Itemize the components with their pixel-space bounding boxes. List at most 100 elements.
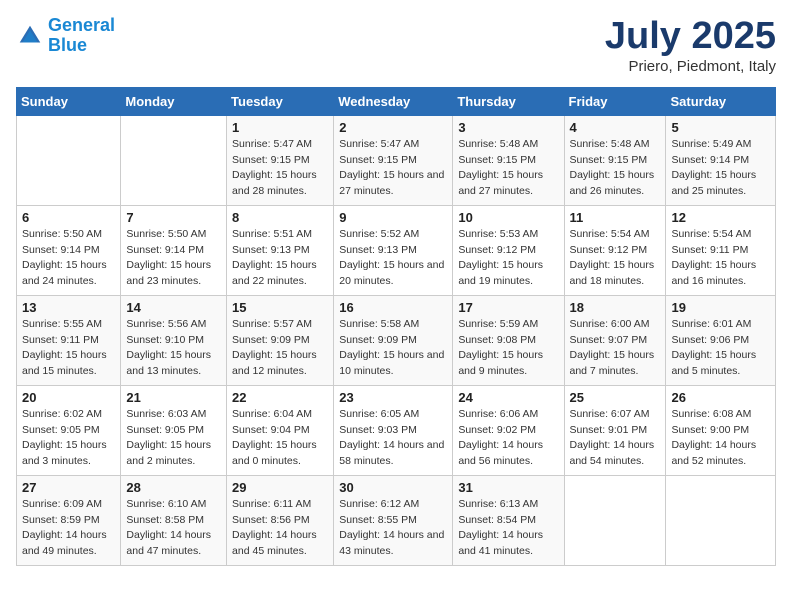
calendar-cell: 7 Sunrise: 5:50 AMSunset: 9:14 PMDaylight… — [121, 205, 227, 295]
day-detail: Sunrise: 5:48 AMSunset: 9:15 PMDaylight:… — [570, 137, 661, 200]
calendar-cell: 19 Sunrise: 6:01 AMSunset: 9:06 PMDayligh… — [666, 295, 776, 385]
calendar-cell: 23Sunrise: 6:05 AMSunset: 9:03 PMDayligh… — [334, 385, 453, 475]
day-detail: Sunrise: 6:08 AMSunset: 9:00 PMDaylight:… — [671, 407, 770, 470]
day-number: 29 — [232, 480, 328, 495]
calendar-cell: 31 Sunrise: 6:13 AMSunset: 8:54 PMDayligh… — [453, 475, 564, 565]
calendar-cell — [666, 475, 776, 565]
day-detail: Sunrise: 6:09 AMSunset: 8:59 PMDaylight:… — [22, 497, 115, 560]
day-detail: Sunrise: 6:05 AMSunset: 9:03 PMDaylight:… — [339, 407, 447, 470]
day-detail: Sunrise: 5:51 AMSunset: 9:13 PMDaylight:… — [232, 227, 328, 290]
day-number: 15 — [232, 300, 328, 315]
weekday-header-friday: Friday — [564, 87, 666, 115]
calendar-body: 1 Sunrise: 5:47 AMSunset: 9:15 PMDaylight… — [17, 115, 776, 565]
day-detail: Sunrise: 5:58 AMSunset: 9:09 PMDaylight:… — [339, 317, 447, 380]
day-number: 1 — [232, 120, 328, 135]
day-detail: Sunrise: 6:00 AMSunset: 9:07 PMDaylight:… — [570, 317, 661, 380]
calendar-week-row: 1 Sunrise: 5:47 AMSunset: 9:15 PMDaylight… — [17, 115, 776, 205]
day-number: 28 — [126, 480, 221, 495]
day-number: 14 — [126, 300, 221, 315]
calendar-table: SundayMondayTuesdayWednesdayThursdayFrid… — [16, 87, 776, 566]
weekday-header-monday: Monday — [121, 87, 227, 115]
day-number: 25 — [570, 390, 661, 405]
day-detail: Sunrise: 6:02 AMSunset: 9:05 PMDaylight:… — [22, 407, 115, 470]
day-number: 6 — [22, 210, 115, 225]
day-number: 21 — [126, 390, 221, 405]
day-number: 3 — [458, 120, 558, 135]
day-number: 26 — [671, 390, 770, 405]
day-detail: Sunrise: 5:48 AMSunset: 9:15 PMDaylight:… — [458, 137, 558, 200]
calendar-header-row: SundayMondayTuesdayWednesdayThursdayFrid… — [17, 87, 776, 115]
day-number: 4 — [570, 120, 661, 135]
day-number: 12 — [671, 210, 770, 225]
weekday-header-saturday: Saturday — [666, 87, 776, 115]
calendar-cell: 6 Sunrise: 5:50 AMSunset: 9:14 PMDaylight… — [17, 205, 121, 295]
day-detail: Sunrise: 5:57 AMSunset: 9:09 PMDaylight:… — [232, 317, 328, 380]
calendar-cell: 16 Sunrise: 5:58 AMSunset: 9:09 PMDayligh… — [334, 295, 453, 385]
day-detail: Sunrise: 6:13 AMSunset: 8:54 PMDaylight:… — [458, 497, 558, 560]
calendar-cell — [121, 115, 227, 205]
day-number: 31 — [458, 480, 558, 495]
calendar-week-row: 20 Sunrise: 6:02 AMSunset: 9:05 PMDayligh… — [17, 385, 776, 475]
calendar-week-row: 13Sunrise: 5:55 AMSunset: 9:11 PMDayligh… — [17, 295, 776, 385]
day-detail: Sunrise: 6:12 AMSunset: 8:55 PMDaylight:… — [339, 497, 447, 560]
day-number: 5 — [671, 120, 770, 135]
day-number: 2 — [339, 120, 447, 135]
calendar-cell: 4 Sunrise: 5:48 AMSunset: 9:15 PMDaylight… — [564, 115, 666, 205]
day-detail: Sunrise: 6:01 AMSunset: 9:06 PMDaylight:… — [671, 317, 770, 380]
calendar-cell: 30 Sunrise: 6:12 AMSunset: 8:55 PMDayligh… — [334, 475, 453, 565]
day-detail: Sunrise: 5:49 AMSunset: 9:14 PMDaylight:… — [671, 137, 770, 200]
calendar-cell: 2 Sunrise: 5:47 AMSunset: 9:15 PMDaylight… — [334, 115, 453, 205]
calendar-cell: 20 Sunrise: 6:02 AMSunset: 9:05 PMDayligh… — [17, 385, 121, 475]
day-number: 30 — [339, 480, 447, 495]
calendar-cell: 13Sunrise: 5:55 AMSunset: 9:11 PMDayligh… — [17, 295, 121, 385]
calendar-cell: 11 Sunrise: 5:54 AMSunset: 9:12 PMDayligh… — [564, 205, 666, 295]
calendar-cell: 28 Sunrise: 6:10 AMSunset: 8:58 PMDayligh… — [121, 475, 227, 565]
day-detail: Sunrise: 5:50 AMSunset: 9:14 PMDaylight:… — [22, 227, 115, 290]
day-number: 20 — [22, 390, 115, 405]
calendar-week-row: 27 Sunrise: 6:09 AMSunset: 8:59 PMDayligh… — [17, 475, 776, 565]
calendar-cell: 26 Sunrise: 6:08 AMSunset: 9:00 PMDayligh… — [666, 385, 776, 475]
day-number: 7 — [126, 210, 221, 225]
day-number: 10 — [458, 210, 558, 225]
month-title: July 2025 — [605, 16, 776, 58]
day-number: 13 — [22, 300, 115, 315]
day-number: 17 — [458, 300, 558, 315]
day-detail: Sunrise: 5:53 AMSunset: 9:12 PMDaylight:… — [458, 227, 558, 290]
calendar-cell: 1Sunrise: 5:47 AMSunset: 9:15 PMDaylight… — [227, 115, 334, 205]
calendar-cell: 14 Sunrise: 5:56 AMSunset: 9:10 PMDayligh… — [121, 295, 227, 385]
day-number: 16 — [339, 300, 447, 315]
location: Priero, Piedmont, Italy — [605, 58, 776, 75]
day-detail: Sunrise: 5:50 AMSunset: 9:14 PMDaylight:… — [126, 227, 221, 290]
day-detail: Sunrise: 6:07 AMSunset: 9:01 PMDaylight:… — [570, 407, 661, 470]
title-block: July 2025 Priero, Piedmont, Italy — [605, 16, 776, 75]
weekday-header-tuesday: Tuesday — [227, 87, 334, 115]
day-detail: Sunrise: 6:06 AMSunset: 9:02 PMDaylight:… — [458, 407, 558, 470]
day-detail: Sunrise: 6:10 AMSunset: 8:58 PMDaylight:… — [126, 497, 221, 560]
day-number: 27 — [22, 480, 115, 495]
day-number: 19 — [671, 300, 770, 315]
weekday-header-thursday: Thursday — [453, 87, 564, 115]
calendar-cell: 29 Sunrise: 6:11 AMSunset: 8:56 PMDayligh… — [227, 475, 334, 565]
day-number: 18 — [570, 300, 661, 315]
page-header: General Blue July 2025 Priero, Piedmont,… — [16, 16, 776, 75]
calendar-cell: 15 Sunrise: 5:57 AMSunset: 9:09 PMDayligh… — [227, 295, 334, 385]
day-detail: Sunrise: 5:56 AMSunset: 9:10 PMDaylight:… — [126, 317, 221, 380]
day-detail: Sunrise: 5:54 AMSunset: 9:11 PMDaylight:… — [671, 227, 770, 290]
calendar-cell: 24Sunrise: 6:06 AMSunset: 9:02 PMDayligh… — [453, 385, 564, 475]
calendar-cell: 9Sunrise: 5:52 AMSunset: 9:13 PMDaylight… — [334, 205, 453, 295]
day-detail: Sunrise: 6:04 AMSunset: 9:04 PMDaylight:… — [232, 407, 328, 470]
calendar-cell: 3 Sunrise: 5:48 AMSunset: 9:15 PMDaylight… — [453, 115, 564, 205]
calendar-cell: 22Sunrise: 6:04 AMSunset: 9:04 PMDayligh… — [227, 385, 334, 475]
calendar-cell: 10 Sunrise: 5:53 AMSunset: 9:12 PMDayligh… — [453, 205, 564, 295]
day-detail: Sunrise: 6:11 AMSunset: 8:56 PMDaylight:… — [232, 497, 328, 560]
calendar-cell: 18 Sunrise: 6:00 AMSunset: 9:07 PMDayligh… — [564, 295, 666, 385]
calendar-cell: 21Sunrise: 6:03 AMSunset: 9:05 PMDayligh… — [121, 385, 227, 475]
day-detail: Sunrise: 5:54 AMSunset: 9:12 PMDaylight:… — [570, 227, 661, 290]
logo-icon — [16, 22, 44, 50]
logo-text: General Blue — [48, 16, 115, 56]
day-number: 11 — [570, 210, 661, 225]
calendar-cell: 8 Sunrise: 5:51 AMSunset: 9:13 PMDaylight… — [227, 205, 334, 295]
day-number: 9 — [339, 210, 447, 225]
day-detail: Sunrise: 5:47 AMSunset: 9:15 PMDaylight:… — [339, 137, 447, 200]
day-number: 8 — [232, 210, 328, 225]
